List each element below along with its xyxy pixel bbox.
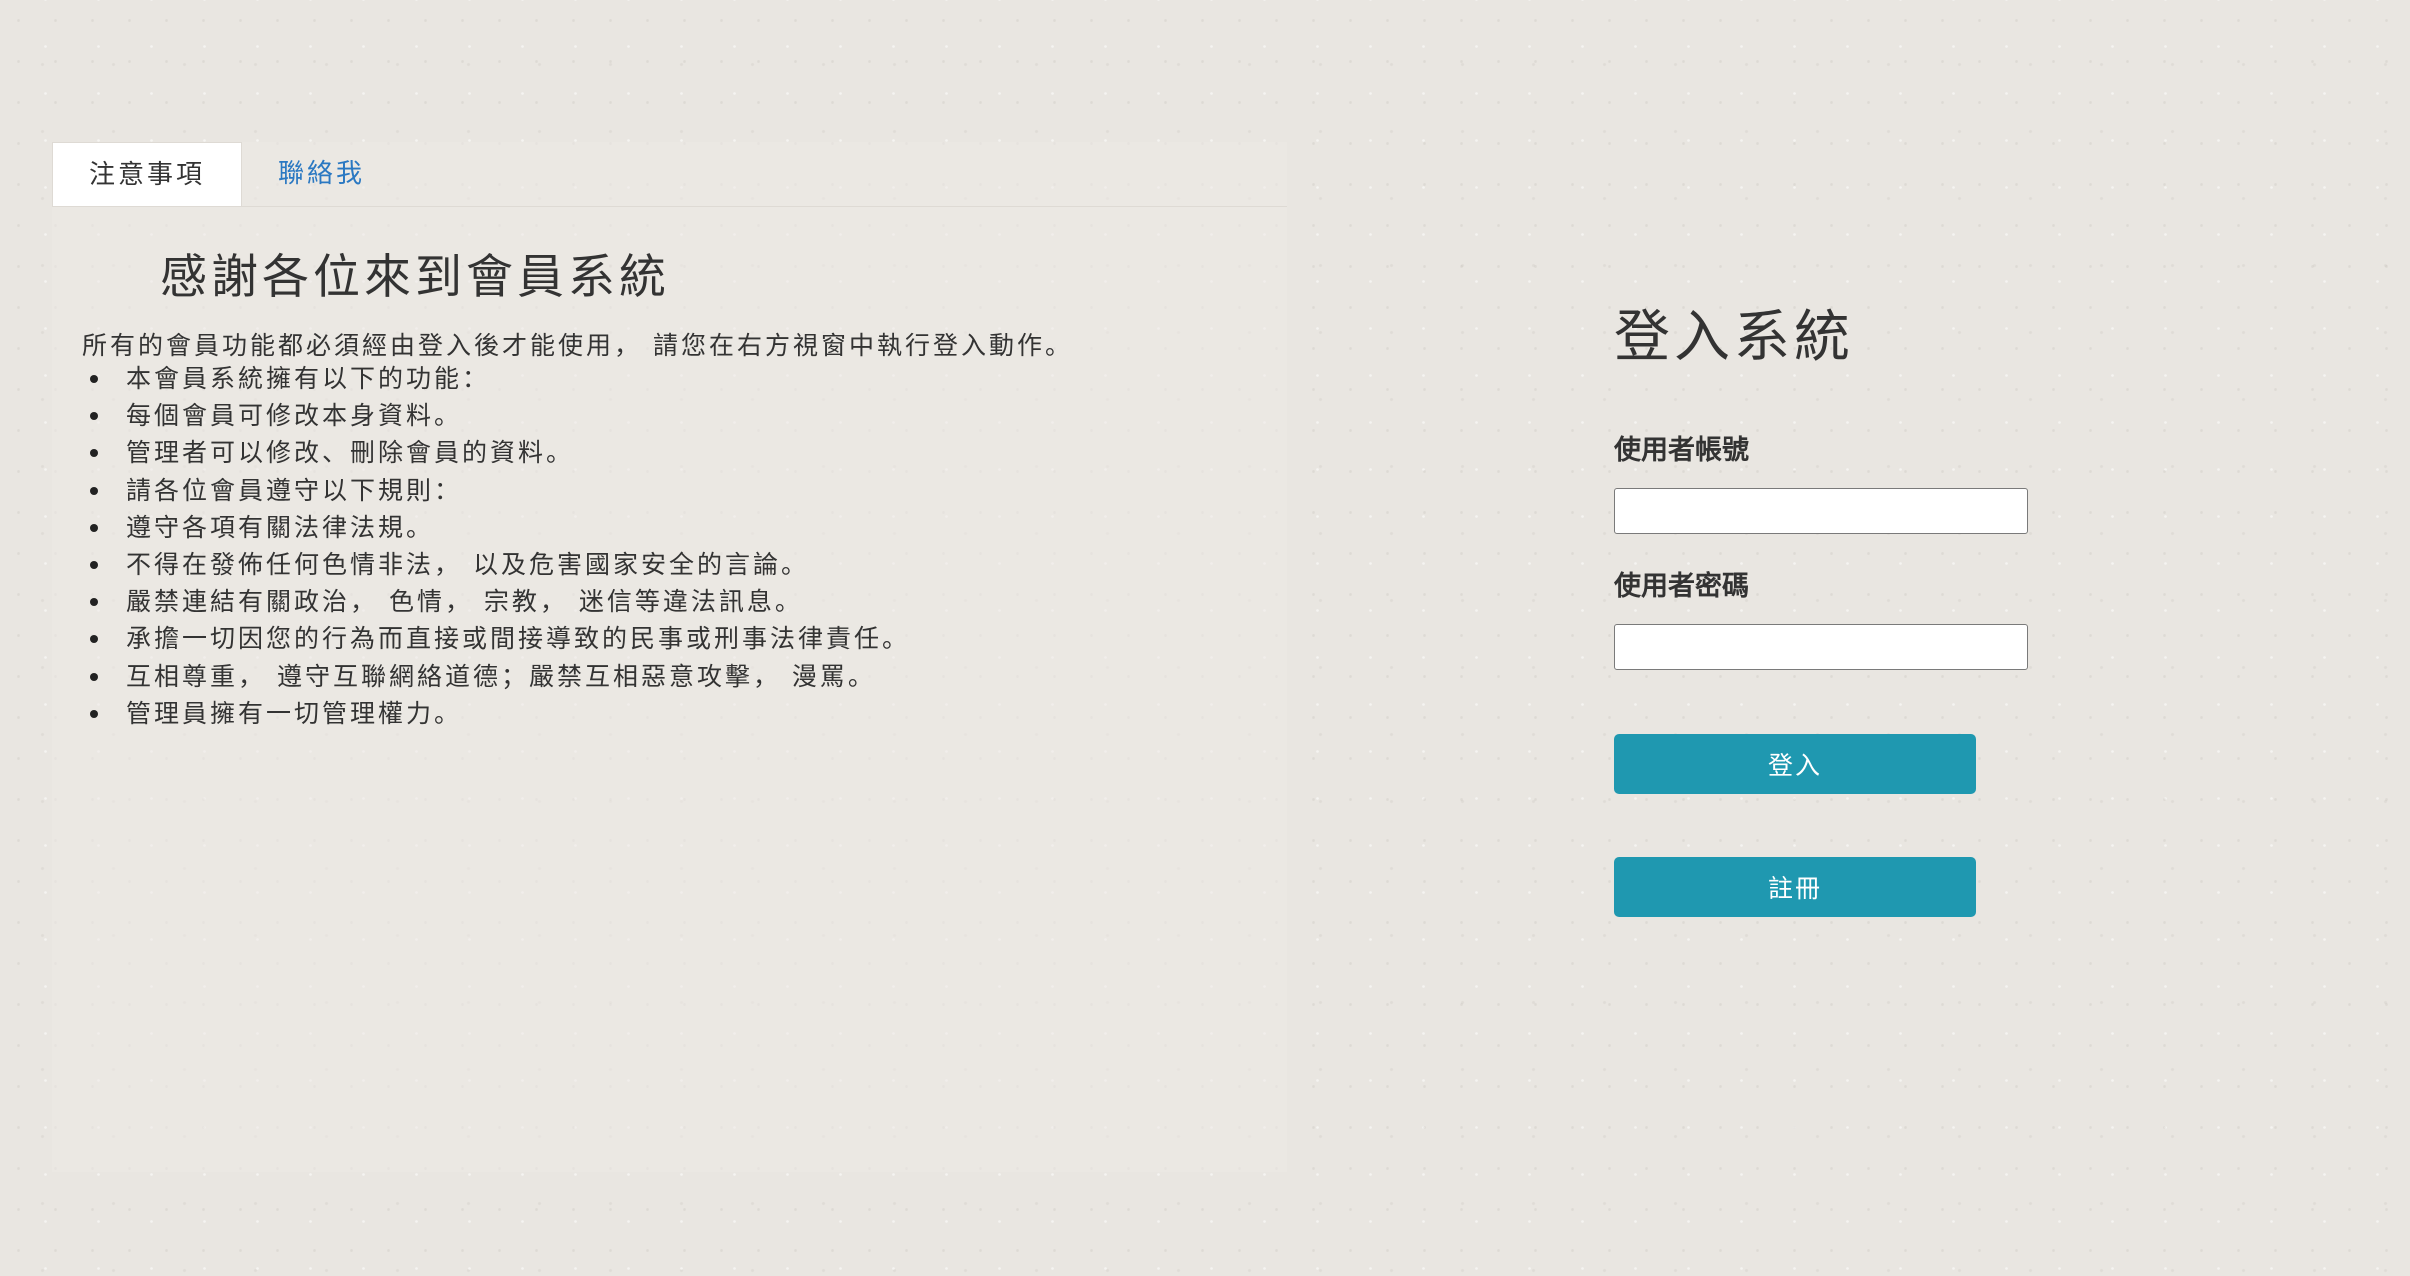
bullet-icon bbox=[90, 412, 98, 421]
list-item: 嚴禁連結有關政治， 色情， 宗教， 迷信等違法訊息。 bbox=[82, 583, 910, 620]
rules-list: 本會員系統擁有以下的功能： 每個會員可修改本身資料。管理者可以修改、刪除會員的資料… bbox=[82, 360, 910, 732]
list-item: 請各位會員遵守以下規則： bbox=[82, 472, 910, 509]
list-item-text: 互相尊重， 遵守互聯網絡道德；嚴禁互相惡意攻擊， 漫罵。 bbox=[126, 661, 876, 691]
list-item: 互相尊重， 遵守互聯網絡道德；嚴禁互相惡意攻擊， 漫罵。 bbox=[82, 658, 910, 695]
tab-contact[interactable]: 聯絡我 bbox=[278, 142, 365, 206]
list-item-text: 遵守各項有關法律法規。 bbox=[126, 512, 435, 542]
login-button[interactable]: 登入 bbox=[1614, 734, 1976, 794]
bullet-icon bbox=[90, 672, 98, 681]
list-item: 管理員擁有一切管理權力。 bbox=[82, 695, 910, 732]
notice-panel: 注意事項 聯絡我 感謝各位來到會員系統 所有的會員功能都必須經由登入後才能使用，… bbox=[52, 142, 1287, 1172]
bullet-icon bbox=[90, 486, 98, 495]
list-item: 遵守各項有關法律法規。 bbox=[82, 509, 910, 546]
list-item-text: 本會員系統擁有以下的功能： bbox=[126, 364, 491, 393]
password-label: 使用者密碼 bbox=[1614, 571, 1749, 602]
tab-notice[interactable]: 注意事項 bbox=[52, 142, 242, 206]
bullet-icon bbox=[90, 598, 98, 607]
bullet-icon bbox=[90, 449, 98, 458]
bullet-icon bbox=[90, 560, 98, 569]
list-item: 不得在發佈任何色情非法， 以及危害國家安全的言論。 bbox=[82, 546, 910, 583]
list-item: 本會員系統擁有以下的功能： bbox=[82, 360, 910, 397]
password-input[interactable] bbox=[1614, 624, 2028, 670]
list-item-text: 管理員擁有一切管理權力。 bbox=[126, 698, 463, 728]
list-item: 承擔一切因您的行為而直接或間接導致的民事或刑事法律責任。 bbox=[82, 620, 910, 657]
list-item-text: 每個會員可修改本身資料。 bbox=[126, 401, 463, 431]
list-item-text: 承擔一切因您的行為而直接或間接導致的民事或刑事法律責任。 bbox=[126, 624, 911, 654]
bullet-icon bbox=[90, 375, 98, 383]
bullet-icon bbox=[90, 635, 98, 644]
list-item-text: 嚴禁連結有關政治， 色情， 宗教， 迷信等違法訊息。 bbox=[126, 587, 803, 617]
list-item: 每個會員可修改本身資料。 bbox=[82, 397, 910, 434]
list-item: 管理者可以修改、刪除會員的資料。 bbox=[82, 434, 910, 471]
login-title: 登入系統 bbox=[1614, 305, 1854, 370]
bullet-icon bbox=[90, 523, 98, 532]
list-item-text: 不得在發佈任何色情非法， 以及危害國家安全的言論。 bbox=[126, 549, 809, 579]
username-label: 使用者帳號 bbox=[1614, 435, 1749, 466]
intro-text: 所有的會員功能都必須經由登入後才能使用， 請您在右方視窗中執行登入動作。 bbox=[82, 331, 1073, 360]
list-item-text: 請各位會員遵守以下規則： bbox=[126, 475, 463, 505]
register-button[interactable]: 註冊 bbox=[1614, 857, 1976, 917]
welcome-title: 感謝各位來到會員系統 bbox=[160, 250, 670, 305]
bullet-icon bbox=[90, 709, 98, 718]
tab-bar: 注意事項 聯絡我 bbox=[52, 142, 1287, 207]
list-item-text: 管理者可以修改、刪除會員的資料。 bbox=[126, 438, 575, 468]
username-input[interactable] bbox=[1614, 488, 2028, 534]
